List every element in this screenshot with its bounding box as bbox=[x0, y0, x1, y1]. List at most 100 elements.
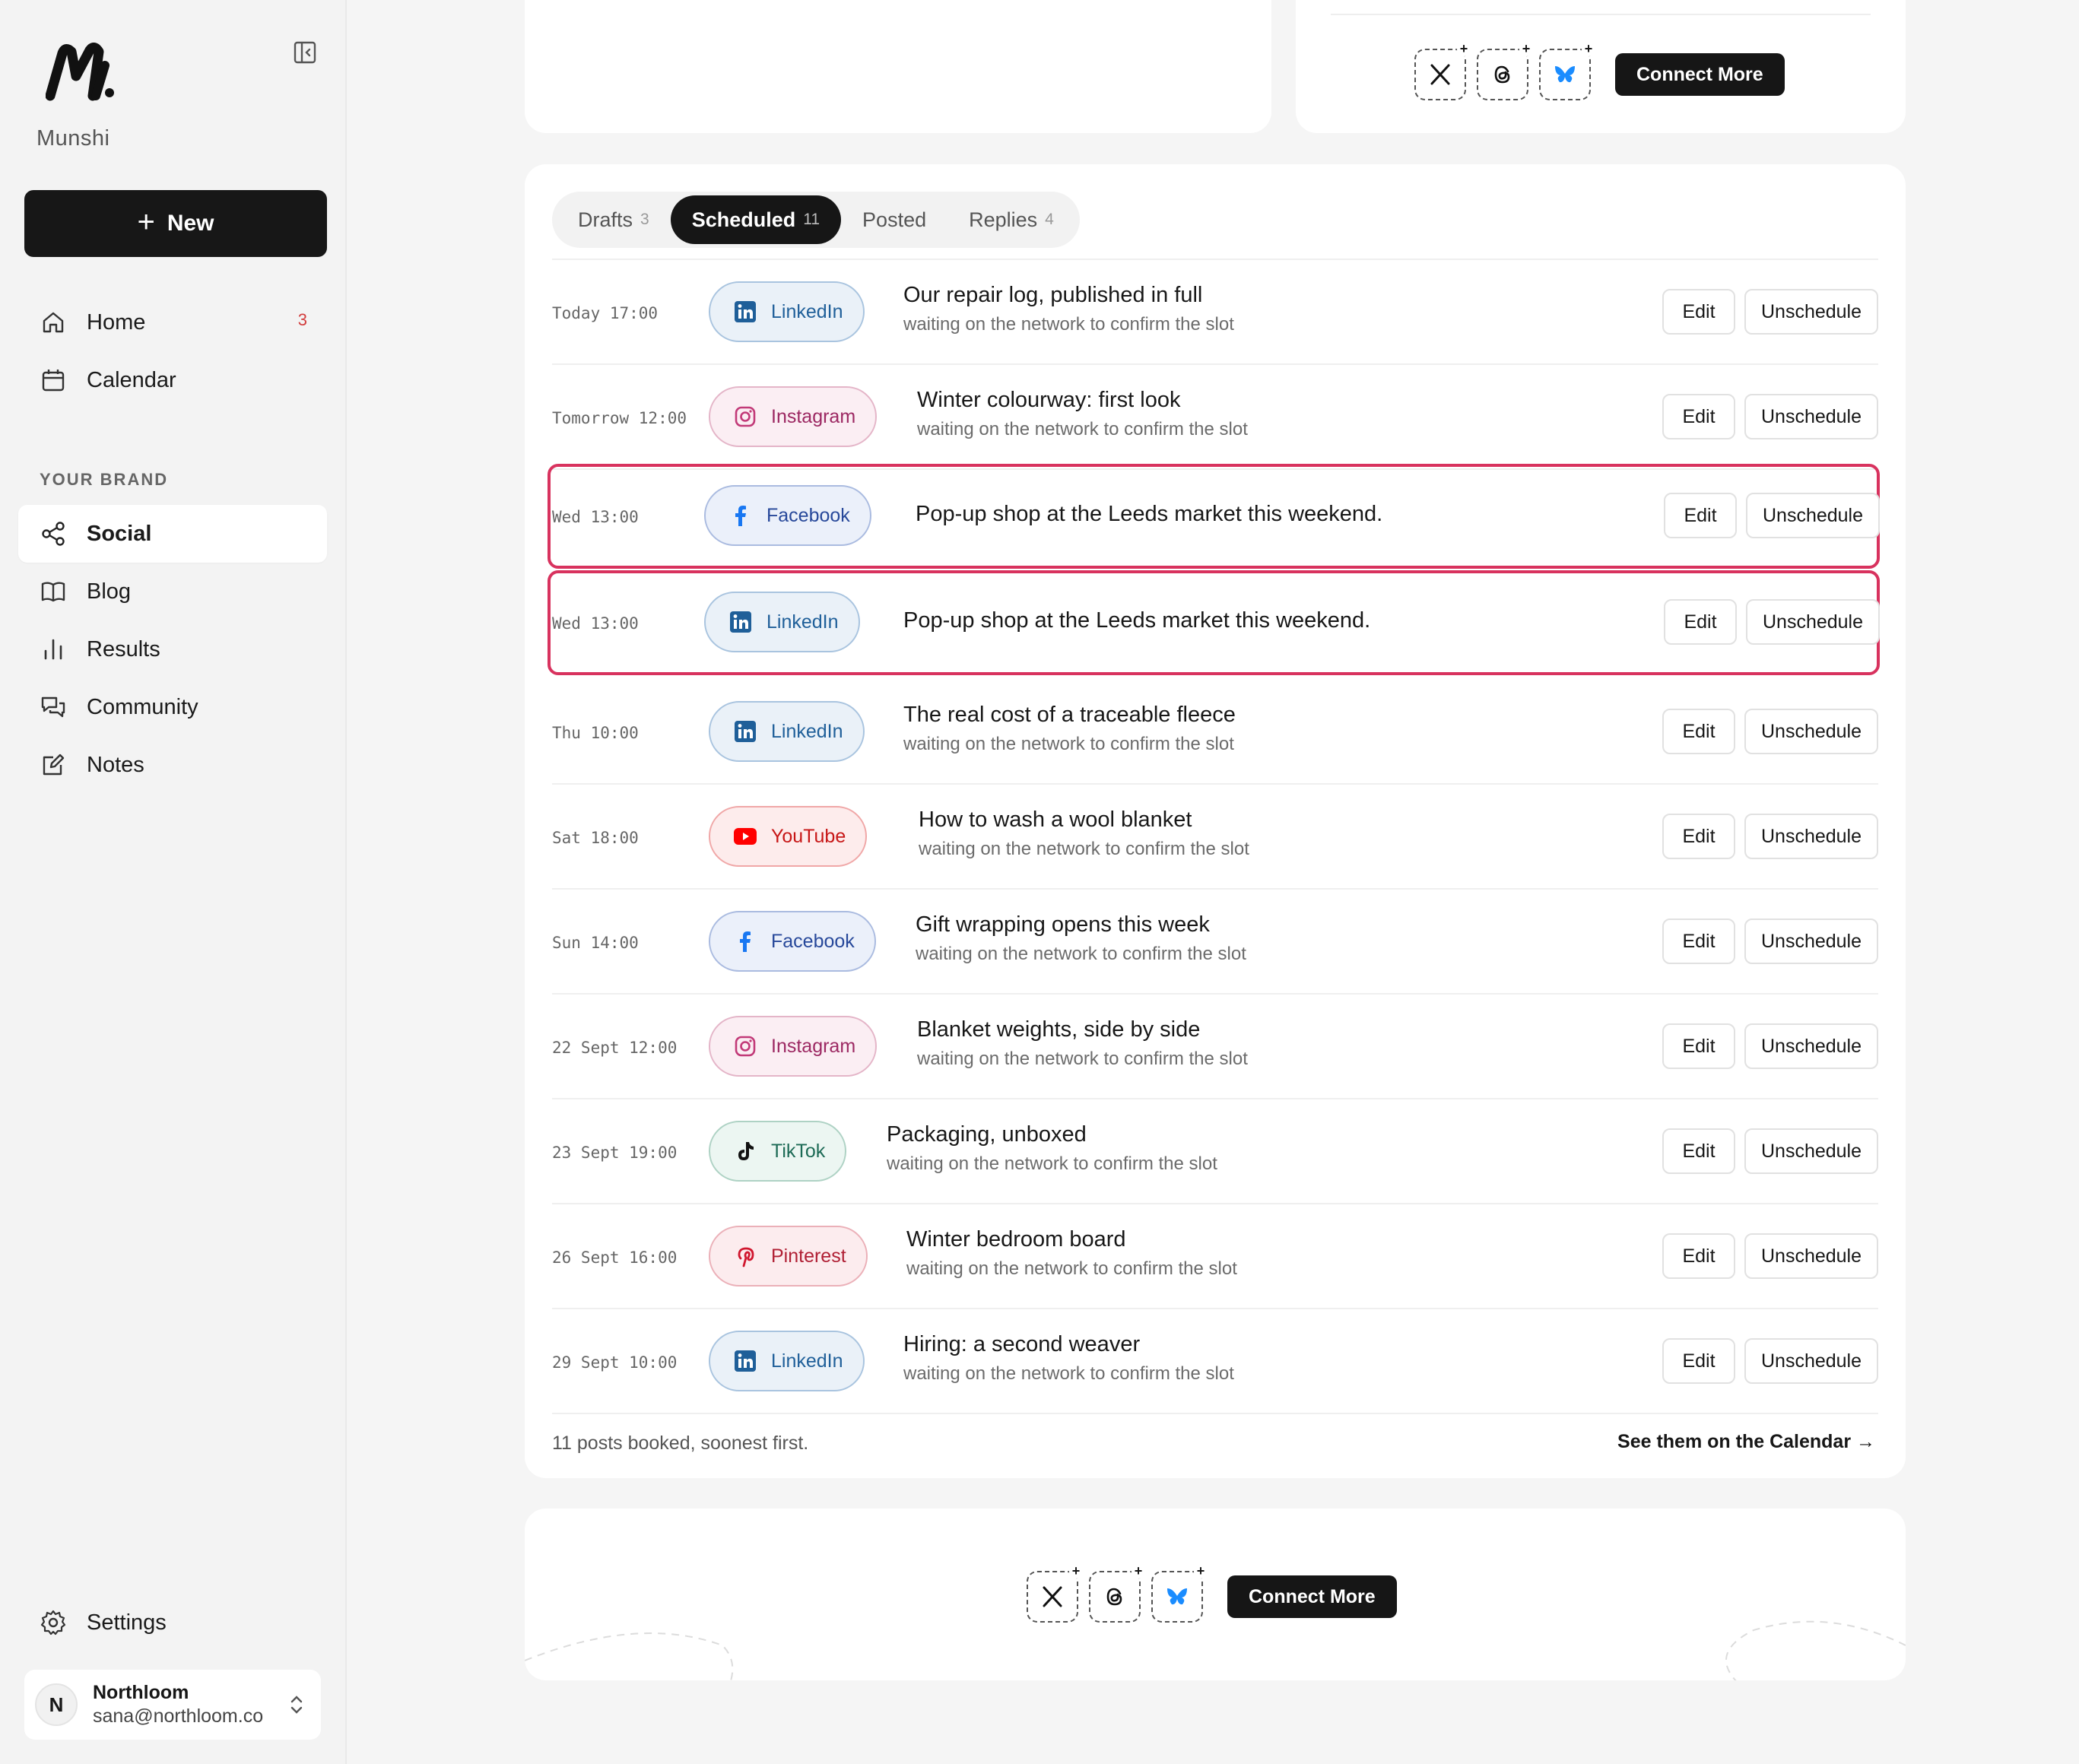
linkedin-icon bbox=[730, 611, 751, 633]
plus-icon: + bbox=[1457, 42, 1471, 56]
network-chip[interactable]: Instagram bbox=[709, 1016, 878, 1077]
post-time: 26 Sept 16:00 bbox=[552, 1248, 678, 1267]
network-chip[interactable]: TikTok bbox=[709, 1121, 847, 1182]
unschedule-button[interactable]: Unschedule bbox=[1744, 1233, 1878, 1279]
post-title: The real cost of a traceable fleece bbox=[903, 703, 1236, 727]
sidebar-item-community[interactable]: Community bbox=[18, 678, 327, 736]
edit-button[interactable]: Edit bbox=[1662, 1128, 1735, 1174]
network-chip[interactable]: Facebook bbox=[704, 485, 871, 546]
share-icon bbox=[42, 522, 65, 546]
edit-button[interactable]: Edit bbox=[1662, 709, 1735, 754]
unschedule-button[interactable]: Unschedule bbox=[1746, 599, 1880, 645]
add-x-account[interactable]: + bbox=[1414, 42, 1471, 100]
edit-button[interactable]: Edit bbox=[1662, 1233, 1735, 1279]
sidebar-item-home[interactable]: Home 3 bbox=[18, 293, 327, 351]
chat-bubbles-icon bbox=[41, 696, 65, 718]
sidebar-item-settings[interactable]: Settings bbox=[18, 1594, 327, 1651]
account-switcher[interactable]: N Northloom sana@northloom.co bbox=[24, 1670, 321, 1740]
sidebar-item-notes[interactable]: Notes bbox=[18, 736, 327, 794]
unschedule-button[interactable]: Unschedule bbox=[1744, 289, 1878, 335]
edit-button[interactable]: Edit bbox=[1662, 1338, 1735, 1384]
unschedule-button[interactable]: Unschedule bbox=[1744, 1128, 1878, 1174]
edit-button[interactable]: Edit bbox=[1662, 394, 1735, 439]
edit-button[interactable]: Edit bbox=[1664, 599, 1737, 645]
linkedin-icon bbox=[735, 1350, 756, 1372]
instagram-icon bbox=[735, 1036, 756, 1057]
sidebar-item-label: Blog bbox=[87, 579, 132, 604]
collapse-sidebar-icon[interactable] bbox=[292, 40, 318, 65]
sidebar-item-results[interactable]: Results bbox=[18, 620, 327, 678]
network-chip[interactable]: LinkedIn bbox=[709, 1331, 865, 1391]
post-text[interactable]: Pop-up shop at the Leeds market this wee… bbox=[916, 502, 1382, 527]
table-row: Thu 10:00 LinkedIn The real cost of a tr… bbox=[552, 680, 1878, 785]
edit-button[interactable]: Edit bbox=[1662, 814, 1735, 859]
unschedule-button[interactable]: Unschedule bbox=[1744, 709, 1878, 754]
connect-more-button[interactable]: Connect More bbox=[1227, 1575, 1397, 1618]
new-button[interactable]: + New bbox=[24, 190, 327, 257]
network-chip[interactable]: LinkedIn bbox=[704, 592, 860, 652]
unschedule-button[interactable]: Unschedule bbox=[1744, 814, 1878, 859]
account-name: Northloom bbox=[93, 1681, 189, 1703]
unschedule-button[interactable]: Unschedule bbox=[1744, 394, 1878, 439]
post-status: waiting on the network to confirm the sl… bbox=[887, 1153, 1217, 1174]
threads-icon bbox=[1494, 65, 1510, 84]
connect-more-button[interactable]: Connect More bbox=[1615, 53, 1785, 96]
post-text[interactable]: Winter bedroom board waiting on the netw… bbox=[906, 1227, 1237, 1280]
threads-icon bbox=[1106, 1588, 1122, 1606]
post-text[interactable]: How to wash a wool blanket waiting on th… bbox=[919, 807, 1249, 860]
post-text[interactable]: Gift wrapping opens this week waiting on… bbox=[916, 912, 1246, 965]
youtube-icon bbox=[734, 828, 757, 845]
network-chip[interactable]: LinkedIn bbox=[709, 701, 865, 762]
post-text[interactable]: Our repair log, published in full waitin… bbox=[903, 283, 1234, 335]
connect-row: + + + Connect More bbox=[1414, 42, 1785, 100]
network-name: LinkedIn bbox=[767, 611, 839, 633]
add-bluesky-account[interactable]: + bbox=[1151, 1564, 1208, 1623]
post-text[interactable]: Winter colourway: first look waiting on … bbox=[917, 388, 1248, 440]
sidebar-item-blog[interactable]: Blog bbox=[18, 563, 327, 620]
edit-button[interactable]: Edit bbox=[1662, 918, 1735, 964]
network-chip[interactable]: Pinterest bbox=[709, 1226, 868, 1287]
tab-drafts[interactable]: Drafts 3 bbox=[557, 195, 671, 244]
edit-button[interactable]: Edit bbox=[1662, 289, 1735, 335]
munshi-logo[interactable] bbox=[46, 43, 116, 102]
post-time: Sat 18:00 bbox=[552, 829, 639, 847]
post-text[interactable]: Pop-up shop at the Leeds market this wee… bbox=[903, 608, 1370, 633]
sidebar-item-label: Calendar bbox=[87, 367, 176, 392]
post-text[interactable]: Blanket weights, side by side waiting on… bbox=[917, 1017, 1248, 1070]
post-text[interactable]: Hiring: a second weaver waiting on the n… bbox=[903, 1332, 1234, 1385]
post-text[interactable]: The real cost of a traceable fleece wait… bbox=[903, 703, 1236, 755]
post-title: Pop-up shop at the Leeds market this wee… bbox=[916, 502, 1383, 526]
x-icon bbox=[1043, 1586, 1062, 1607]
network-chip[interactable]: Facebook bbox=[709, 911, 876, 972]
sidebar-item-label: Settings bbox=[87, 1610, 167, 1635]
tab-label: Posted bbox=[862, 208, 927, 231]
tab-posted[interactable]: Posted bbox=[841, 195, 947, 244]
divider bbox=[1331, 14, 1871, 15]
network-chip[interactable]: Instagram bbox=[709, 386, 878, 447]
see-calendar-link[interactable]: See them on the Calendar → bbox=[1617, 1431, 1875, 1453]
add-threads-account[interactable]: + bbox=[1477, 42, 1533, 100]
add-bluesky-account[interactable]: + bbox=[1539, 42, 1595, 100]
post-text[interactable]: Packaging, unboxed waiting on the networ… bbox=[887, 1122, 1217, 1175]
post-time: Sun 14:00 bbox=[552, 934, 639, 952]
sidebar-item-social[interactable]: Social bbox=[18, 505, 327, 563]
unschedule-button[interactable]: Unschedule bbox=[1744, 1023, 1878, 1069]
brand-name: Munshi bbox=[37, 126, 110, 151]
sidebar-item-calendar[interactable]: Calendar bbox=[18, 351, 327, 409]
edit-button[interactable]: Edit bbox=[1664, 493, 1737, 538]
add-threads-account[interactable]: + bbox=[1089, 1564, 1145, 1623]
network-chip[interactable]: LinkedIn bbox=[709, 281, 865, 342]
table-row: 23 Sept 19:00 TikTok Packaging, unboxed … bbox=[552, 1099, 1878, 1204]
tab-replies[interactable]: Replies 4 bbox=[947, 195, 1075, 244]
add-x-account[interactable]: + bbox=[1027, 1564, 1083, 1623]
post-time: 23 Sept 19:00 bbox=[552, 1144, 678, 1162]
network-chip[interactable]: YouTube bbox=[709, 806, 868, 867]
bottom-connect-card: + + + Connect More bbox=[525, 1509, 1906, 1680]
tab-scheduled[interactable]: Scheduled 11 bbox=[670, 195, 842, 244]
tab-label: Replies bbox=[969, 208, 1038, 231]
section-label: YOUR BRAND bbox=[40, 470, 169, 489]
unschedule-button[interactable]: Unschedule bbox=[1744, 918, 1878, 964]
unschedule-button[interactable]: Unschedule bbox=[1746, 493, 1880, 538]
edit-button[interactable]: Edit bbox=[1662, 1023, 1735, 1069]
unschedule-button[interactable]: Unschedule bbox=[1744, 1338, 1878, 1384]
